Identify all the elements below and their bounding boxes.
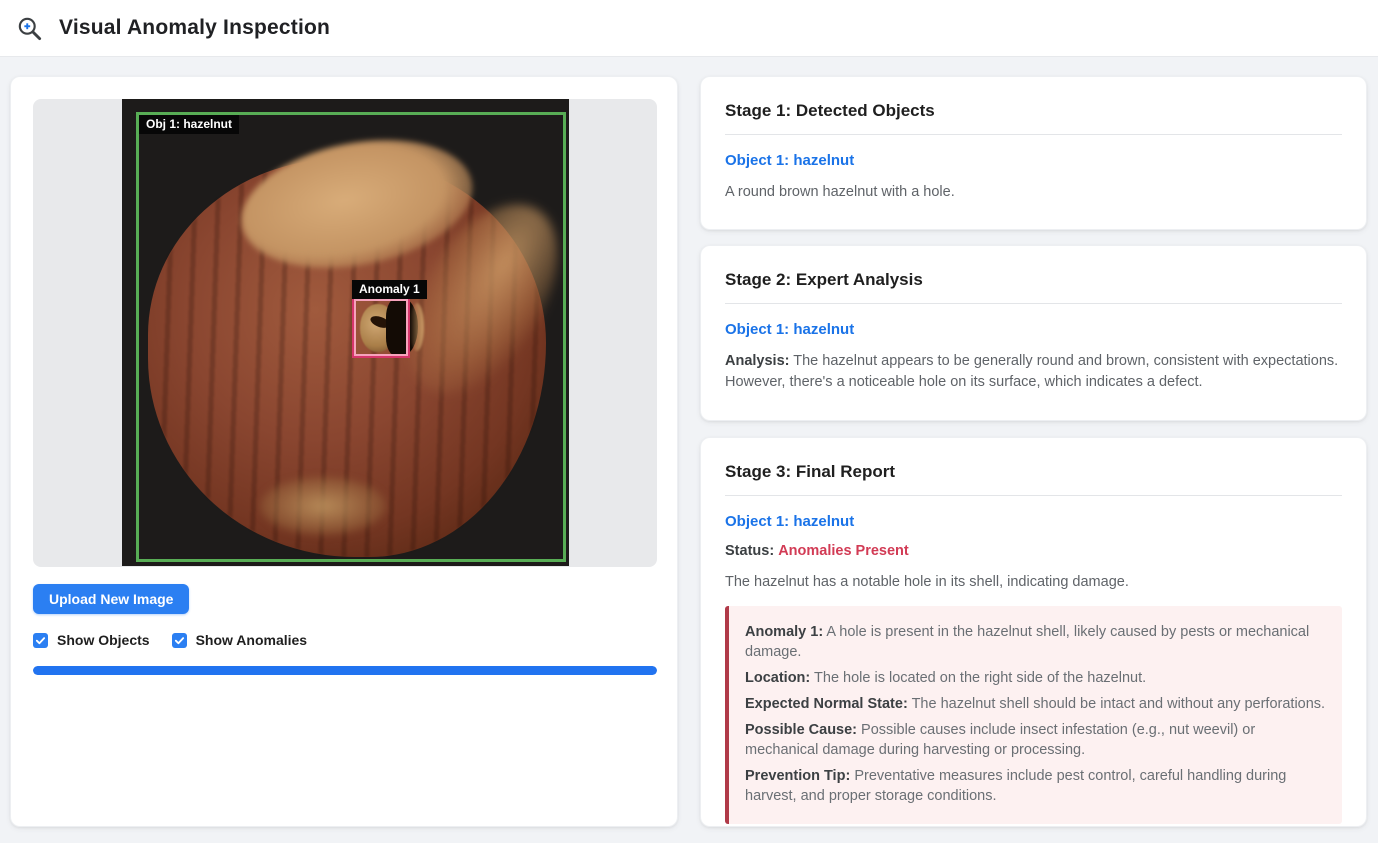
- analysis-text: The hazelnut appears to be generally rou…: [725, 353, 1338, 390]
- divider: [725, 303, 1342, 304]
- stage-2-analysis: Analysis: The hazelnut appears to be gen…: [725, 351, 1342, 393]
- progress-bar: [33, 666, 657, 675]
- anomaly-detail-text: The hazelnut shell should be intact and …: [912, 696, 1326, 712]
- anomaly-detail-text: The hole is located on the right side of…: [814, 670, 1146, 686]
- object-bounding-box: Obj 1: hazelnut: [136, 112, 566, 562]
- anomaly-detail-box: Anomaly 1: A hole is present in the haze…: [725, 606, 1342, 824]
- stage-1-card: Stage 1: Detected Objects Object 1: haze…: [700, 76, 1367, 230]
- anomaly-detail-label: Expected Normal State:: [745, 696, 908, 712]
- anomaly-detail-label: Prevention Tip:: [745, 768, 850, 784]
- app-header: Visual Anomaly Inspection: [0, 0, 1378, 57]
- inspection-panel: Obj 1: hazelnut Anomaly 1 Upload New Ima…: [10, 76, 678, 827]
- stage-1-description: A round brown hazelnut with a hole.: [725, 182, 1342, 203]
- anomaly-detail-row: Prevention Tip: Preventative measures in…: [745, 766, 1326, 806]
- show-anomalies-label: Show Anomalies: [196, 632, 308, 648]
- stage-3-card: Stage 3: Final Report Object 1: hazelnut…: [700, 437, 1367, 827]
- image-viewer: Obj 1: hazelnut Anomaly 1: [33, 99, 657, 567]
- analysis-label: Analysis:: [725, 353, 789, 369]
- show-objects-label: Show Objects: [57, 632, 150, 648]
- anomaly-detail-row: Anomaly 1: A hole is present in the haze…: [745, 622, 1326, 662]
- status-badge: Anomalies Present: [778, 543, 909, 559]
- anomaly-detail-row: Location: The hole is located on the rig…: [745, 668, 1326, 688]
- divider: [725, 495, 1342, 496]
- divider: [725, 134, 1342, 135]
- anomaly-detail-text: A hole is present in the hazelnut shell,…: [745, 624, 1309, 660]
- object-box-label: Obj 1: hazelnut: [139, 115, 239, 134]
- upload-new-image-button[interactable]: Upload New Image: [33, 584, 189, 614]
- anomaly-detail-row: Expected Normal State: The hazelnut shel…: [745, 694, 1326, 714]
- status-label: Status:: [725, 543, 774, 559]
- stage-1-object-link[interactable]: Object 1: hazelnut: [725, 152, 1342, 169]
- anomaly-box-label: Anomaly 1: [352, 280, 427, 299]
- show-objects-checkbox[interactable]: Show Objects: [33, 632, 150, 648]
- stage-2-object-link[interactable]: Object 1: hazelnut: [725, 321, 1342, 338]
- anomaly-detail-label: Location:: [745, 670, 810, 686]
- stage-1-title: Stage 1: Detected Objects: [725, 101, 1342, 121]
- stage-3-object-link[interactable]: Object 1: hazelnut: [725, 513, 1342, 530]
- stage-3-summary: The hazelnut has a notable hole in its s…: [725, 572, 1342, 593]
- anomaly-bounding-box: Anomaly 1: [352, 297, 410, 358]
- stage-3-title: Stage 3: Final Report: [725, 462, 1342, 482]
- zoom-in-icon: [16, 15, 43, 42]
- status-line: Status: Anomalies Present: [725, 541, 1342, 562]
- checkbox-checked-icon[interactable]: [172, 633, 187, 648]
- stage-2-title: Stage 2: Expert Analysis: [725, 270, 1342, 290]
- anomaly-detail-label: Possible Cause:: [745, 722, 857, 738]
- show-anomalies-checkbox[interactable]: Show Anomalies: [172, 632, 308, 648]
- page-title: Visual Anomaly Inspection: [59, 16, 330, 40]
- display-options: Show Objects Show Anomalies: [33, 632, 655, 648]
- stage-2-card: Stage 2: Expert Analysis Object 1: hazel…: [700, 245, 1367, 421]
- progress-bar-fill: [33, 666, 657, 675]
- inspected-image: Obj 1: hazelnut Anomaly 1: [122, 99, 569, 566]
- anomaly-detail-row: Possible Cause: Possible causes include …: [745, 720, 1326, 760]
- anomaly-detail-label: Anomaly 1:: [745, 624, 823, 640]
- checkbox-checked-icon[interactable]: [33, 633, 48, 648]
